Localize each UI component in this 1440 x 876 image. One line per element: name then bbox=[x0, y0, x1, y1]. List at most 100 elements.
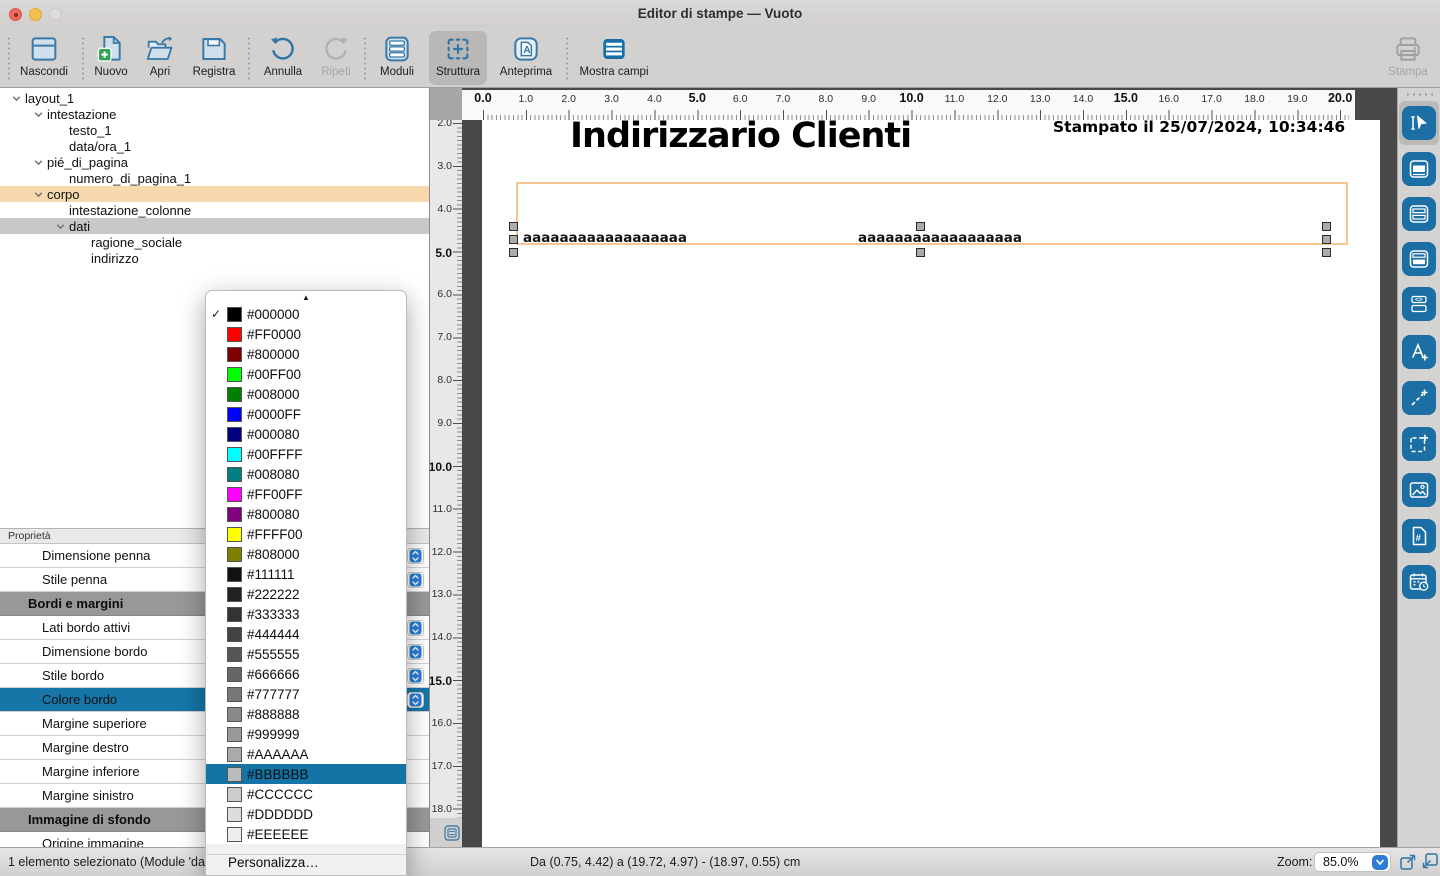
resize-handle[interactable] bbox=[1322, 222, 1331, 231]
ruler-footer bbox=[430, 818, 462, 847]
tree-item-testo_1[interactable]: testo_1 bbox=[0, 122, 429, 138]
h-ruler-label: 1.0 bbox=[509, 93, 543, 105]
add-frame-tool-button[interactable] bbox=[1402, 427, 1436, 461]
band-header-tool-button[interactable] bbox=[1402, 152, 1436, 186]
color-option-111111[interactable]: #111111 bbox=[206, 564, 406, 584]
color-option-008000[interactable]: #008000 bbox=[206, 384, 406, 404]
add-text-icon bbox=[1407, 340, 1431, 364]
tree-item-ragione_sociale[interactable]: ragione_sociale bbox=[0, 234, 429, 250]
color-option-008080[interactable]: #008080 bbox=[206, 464, 406, 484]
tree-item-data/ora_1[interactable]: data/ora_1 bbox=[0, 138, 429, 154]
color-option-0000FF[interactable]: #0000FF bbox=[206, 404, 406, 424]
resize-handle[interactable] bbox=[509, 235, 518, 244]
color-option-FF00FF[interactable]: #FF00FF bbox=[206, 484, 406, 504]
v-ruler-label: 18.0 bbox=[430, 803, 452, 816]
color-option-666666[interactable]: #666666 bbox=[206, 664, 406, 684]
color-option-444444[interactable]: #444444 bbox=[206, 624, 406, 644]
resize-handle[interactable] bbox=[916, 248, 925, 257]
color-option-800000[interactable]: #800000 bbox=[206, 344, 406, 364]
tree-item-intestazione[interactable]: intestazione bbox=[0, 106, 429, 122]
scale-down-icon[interactable] bbox=[1420, 852, 1439, 871]
tree-item-numero_di_pagina_1[interactable]: numero_di_pagina_1 bbox=[0, 170, 429, 186]
color-option-EEEEEE[interactable]: #EEEEEE bbox=[206, 824, 406, 844]
color-option-888888[interactable]: #888888 bbox=[206, 704, 406, 724]
color-option-808000[interactable]: #808000 bbox=[206, 544, 406, 564]
drag-handle-dots[interactable] bbox=[1405, 93, 1435, 96]
canvas-area[interactable]: 0.01.02.03.04.05.06.07.08.09.010.011.012… bbox=[462, 88, 1397, 847]
scroll-up-icon[interactable]: ▲ bbox=[206, 291, 406, 304]
stepper-button[interactable] bbox=[407, 572, 424, 588]
page-setup-icon[interactable] bbox=[443, 824, 461, 842]
customize-option[interactable]: Personalizza… bbox=[228, 855, 319, 870]
tree-item-pié_di_pagina[interactable]: pié_di_pagina bbox=[0, 154, 429, 170]
add-page-number-tool-button[interactable]: # bbox=[1402, 519, 1436, 553]
band-lines-tool-button[interactable] bbox=[1402, 197, 1436, 231]
tree-item-corpo[interactable]: corpo bbox=[0, 186, 429, 202]
chevron-down-icon[interactable] bbox=[30, 157, 47, 168]
chevron-down-icon[interactable] bbox=[1372, 855, 1388, 870]
color-option-777777[interactable]: #777777 bbox=[206, 684, 406, 704]
structure-button[interactable]: Struttura bbox=[429, 31, 487, 85]
open-button[interactable]: Apri bbox=[139, 31, 181, 85]
color-option-CCCCCC[interactable]: #CCCCCC bbox=[206, 784, 406, 804]
color-option-000080[interactable]: #000080 bbox=[206, 424, 406, 444]
resize-handle[interactable] bbox=[509, 222, 518, 231]
chevron-down-icon[interactable] bbox=[30, 189, 47, 200]
color-option-00FF00[interactable]: #00FF00 bbox=[206, 364, 406, 384]
color-option-800080[interactable]: #800080 bbox=[206, 504, 406, 524]
redo-button[interactable]: Ripeti bbox=[313, 31, 359, 85]
chevron-down-icon[interactable] bbox=[30, 109, 47, 120]
show-fields-button[interactable]: Mostra campi bbox=[574, 31, 654, 85]
printed-stamp-text[interactable]: Stampato il 25/07/2024, 10:34:46 bbox=[1053, 118, 1345, 136]
band-code-tool-button[interactable]: <> bbox=[1402, 287, 1436, 321]
data-cell-text[interactable]: aaaaaaaaaaaaaaaaaa bbox=[523, 230, 687, 246]
add-image-tool-button[interactable] bbox=[1402, 473, 1436, 507]
color-option-333333[interactable]: #333333 bbox=[206, 604, 406, 624]
print-button[interactable]: Stampa bbox=[1382, 31, 1434, 85]
color-option-000000[interactable]: ✓#000000 bbox=[206, 304, 406, 324]
color-option-555555[interactable]: #555555 bbox=[206, 644, 406, 664]
h-ruler-label: 5.0 bbox=[680, 91, 714, 105]
preview-button[interactable]: A Anteprima bbox=[495, 31, 557, 85]
color-option-FF0000[interactable]: #FF0000 bbox=[206, 324, 406, 344]
tree-item-dati[interactable]: dati bbox=[0, 218, 429, 234]
add-datetime-tool-button[interactable] bbox=[1402, 565, 1436, 599]
add-text-tool-button[interactable] bbox=[1402, 335, 1436, 369]
modules-button[interactable]: Moduli bbox=[372, 31, 422, 85]
color-option-00FFFF[interactable]: #00FFFF bbox=[206, 444, 406, 464]
color-hex-label: #DDDDDD bbox=[247, 807, 313, 822]
resize-handle[interactable] bbox=[1322, 248, 1331, 257]
band-filled-tool-button[interactable] bbox=[1402, 242, 1436, 276]
tree-item-indirizzo[interactable]: indirizzo bbox=[0, 250, 429, 266]
color-option-AAAAAA[interactable]: #AAAAAA bbox=[206, 744, 406, 764]
zoom-select[interactable]: 85.0% bbox=[1314, 852, 1391, 872]
stepper-button[interactable] bbox=[407, 620, 424, 636]
color-swatch bbox=[227, 527, 242, 542]
data-cell-text[interactable]: aaaaaaaaaaaaaaaaaa bbox=[858, 230, 1022, 246]
tree-item-layout_1[interactable]: layout_1 bbox=[0, 90, 429, 106]
new-button[interactable]: Nuovo bbox=[88, 31, 134, 85]
stepper-button[interactable] bbox=[407, 692, 424, 708]
scale-up-icon[interactable] bbox=[1399, 852, 1418, 871]
add-line-tool-button[interactable] bbox=[1402, 381, 1436, 415]
color-option-222222[interactable]: #222222 bbox=[206, 584, 406, 604]
color-option-FFFF00[interactable]: #FFFF00 bbox=[206, 524, 406, 544]
stepper-button[interactable] bbox=[407, 644, 424, 660]
stepper-button[interactable] bbox=[407, 668, 424, 684]
chevron-down-icon[interactable] bbox=[8, 93, 25, 104]
color-option-BBBBBB[interactable]: #BBBBBB bbox=[206, 764, 406, 784]
chevron-down-icon[interactable] bbox=[52, 221, 69, 232]
stepper-button[interactable] bbox=[407, 548, 424, 564]
document-title-text[interactable]: Indirizzario Clienti bbox=[570, 116, 911, 156]
resize-handle[interactable] bbox=[1322, 235, 1331, 244]
hide-button[interactable]: Nascondi bbox=[14, 31, 74, 85]
tree-item-intestazione_colonne[interactable]: intestazione_colonne bbox=[0, 202, 429, 218]
select-tool-button[interactable] bbox=[1402, 106, 1436, 140]
resize-handle[interactable] bbox=[916, 222, 925, 231]
resize-handle[interactable] bbox=[509, 248, 518, 257]
color-option-999999[interactable]: #999999 bbox=[206, 724, 406, 744]
save-button[interactable]: Registra bbox=[186, 31, 242, 85]
h-ruler-label: 18.0 bbox=[1237, 93, 1271, 105]
color-option-DDDDDD[interactable]: #DDDDDD bbox=[206, 804, 406, 824]
undo-button[interactable]: Annulla bbox=[256, 31, 310, 85]
